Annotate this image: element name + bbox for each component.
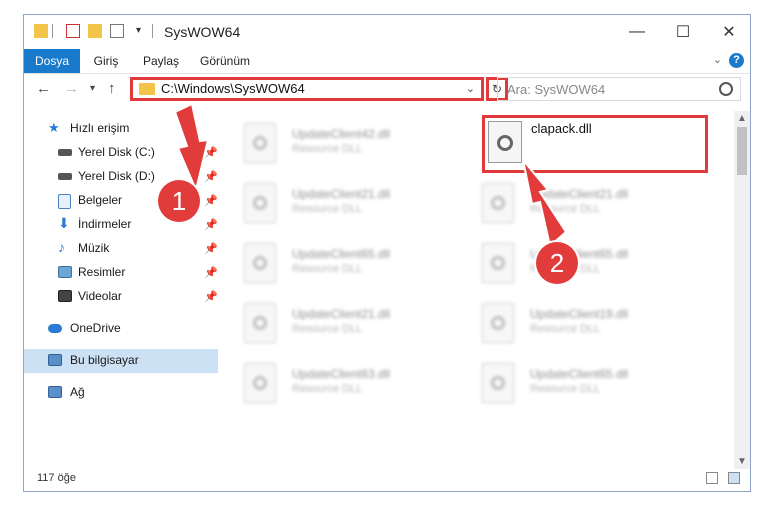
pin-icon[interactable]: 📌 [204, 290, 218, 303]
large-icons-view-icon[interactable] [728, 472, 740, 484]
tab-paylas[interactable]: Paylaş [136, 49, 186, 73]
pin-icon[interactable]: 📌 [204, 242, 218, 255]
file-item[interactable]: UpdateClient65.dll Resource DLL [482, 241, 702, 291]
scroll-up-icon[interactable]: ▲ [737, 113, 747, 124]
network-icon [48, 386, 62, 398]
view-menu-icon[interactable] [110, 24, 124, 38]
star-icon: ★ [48, 120, 60, 135]
folder-icon [139, 83, 155, 95]
dll-file-icon [244, 363, 276, 403]
details-view-icon[interactable] [706, 472, 718, 484]
scroll-thumb[interactable] [737, 127, 747, 175]
dll-file-icon [244, 123, 276, 163]
file-item[interactable]: UpdateClient63.dll Resource DLL [244, 361, 464, 411]
chevron-down-icon[interactable]: ▾ [136, 25, 150, 39]
sidebar-item-local-disk-c[interactable]: Yerel Disk (C:) 📌 [24, 141, 218, 165]
address-path: C:\Windows\SysWOW64 [161, 81, 305, 96]
pin-icon[interactable]: 📌 [204, 266, 218, 279]
sidebar-item-network[interactable]: Ağ [24, 381, 218, 405]
help-icon[interactable]: ? [729, 53, 744, 68]
search-placeholder: Ara: SysWOW64 [507, 82, 606, 97]
computer-icon [48, 354, 62, 366]
pin-icon[interactable]: 📌 [204, 146, 218, 159]
dll-file-icon [244, 183, 276, 223]
sidebar-item-pictures[interactable]: Resimler 📌 [24, 261, 218, 285]
dll-file-icon [482, 363, 514, 403]
document-icon [58, 194, 71, 209]
file-name: clapack.dll [531, 121, 592, 136]
file-explorer-window: ▾ SysWOW64 — ☐ ✕ Dosya Giriş Paylaş Görü… [23, 14, 751, 492]
music-icon: ♪ [58, 239, 65, 255]
chevron-down-icon[interactable]: ⌄ [466, 82, 475, 95]
title-bar: ▾ SysWOW64 — ☐ ✕ [24, 15, 750, 49]
tab-gorunum[interactable]: Görünüm [194, 49, 256, 73]
item-count: 117 öğe [37, 472, 76, 484]
up-arrow-icon[interactable]: ↑ [108, 80, 116, 97]
search-input[interactable]: Ara: SysWOW64 [497, 77, 741, 101]
minimize-button[interactable]: — [614, 15, 660, 49]
properties-icon[interactable] [66, 24, 80, 38]
search-icon [719, 82, 733, 96]
file-item[interactable]: UpdateClient21.dll Resource DLL [244, 301, 464, 351]
dll-file-icon [482, 183, 514, 223]
back-arrow-icon[interactable]: ← [36, 80, 51, 97]
navigation-pane: ★ Hızlı erişim Yerel Disk (C:) 📌 Yerel D… [24, 111, 218, 469]
forward-arrow-icon[interactable]: → [64, 80, 79, 97]
scroll-down-icon[interactable]: ▼ [737, 456, 747, 467]
file-item[interactable]: UpdateClient65.dll Resource DLL [244, 241, 464, 291]
pin-icon[interactable]: 📌 [204, 194, 218, 207]
separator-icon [152, 24, 153, 38]
video-icon [58, 290, 72, 302]
drive-icon [58, 149, 72, 156]
dll-file-icon [482, 303, 514, 343]
file-item[interactable]: UpdateClient19.dll Resource DLL [482, 301, 702, 351]
file-item[interactable]: UpdateClient21.dll Resource DLL [244, 181, 464, 231]
sidebar-item-quick-access[interactable]: ★ Hızlı erişim [24, 117, 218, 141]
navigation-bar: ← → ▾ ↑ C:\Windows\SysWOW64 ⌄ ↻ Ara: Sys… [24, 74, 750, 106]
status-bar: 117 öğe [24, 467, 750, 491]
dll-file-icon [244, 303, 276, 343]
window-title: SysWOW64 [164, 24, 241, 40]
step-2-badge: 2 [536, 242, 578, 284]
dll-file-icon [488, 121, 522, 163]
file-item[interactable]: UpdateClient65.dll Resource DLL [482, 361, 702, 411]
address-bar[interactable]: C:\Windows\SysWOW64 ⌄ [130, 77, 484, 101]
drive-icon [58, 173, 72, 180]
new-folder-icon[interactable] [88, 24, 102, 38]
sidebar-item-this-pc[interactable]: Bu bilgisayar [24, 349, 218, 373]
ribbon-tabs: Dosya Giriş Paylaş Görünüm ⌄ ? [24, 49, 750, 74]
separator-icon [52, 24, 53, 38]
file-item[interactable]: UpdateClient21.dll Resource DLL [482, 181, 702, 231]
sidebar-item-music[interactable]: ♪ Müzik 📌 [24, 237, 218, 261]
download-icon: ⬇ [58, 215, 70, 231]
folder-icon [34, 24, 48, 38]
maximize-button[interactable]: ☐ [660, 15, 706, 49]
pictures-icon [58, 266, 72, 278]
close-button[interactable]: ✕ [706, 15, 752, 49]
tab-giris[interactable]: Giriş [84, 49, 128, 73]
file-item[interactable]: UpdateClient42.dll Resource DLL [244, 121, 464, 171]
pin-icon[interactable]: 📌 [204, 218, 218, 231]
sidebar-item-videos[interactable]: Videolar 📌 [24, 285, 218, 309]
chevron-down-icon[interactable]: ⌄ [713, 53, 722, 66]
step-1-badge: 1 [158, 180, 200, 222]
dll-file-icon [244, 243, 276, 283]
dll-file-icon [482, 243, 514, 283]
sidebar-item-onedrive[interactable]: OneDrive [24, 317, 218, 341]
file-item-clapack[interactable]: clapack.dll [482, 115, 708, 173]
vertical-scrollbar[interactable]: ▲ ▼ [734, 111, 750, 469]
chevron-down-icon[interactable]: ▾ [90, 83, 95, 94]
tab-dosya[interactable]: Dosya [24, 49, 80, 73]
pin-icon[interactable]: 📌 [204, 170, 218, 183]
cloud-icon [48, 324, 62, 333]
